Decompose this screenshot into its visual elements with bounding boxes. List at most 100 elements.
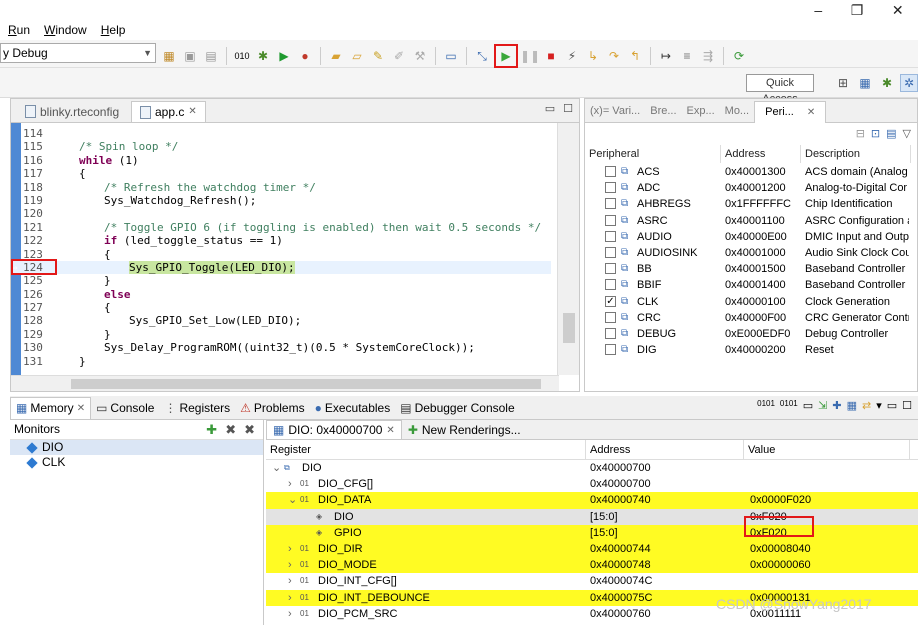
- quick-access-input[interactable]: Quick Access: [746, 74, 814, 105]
- peripheral-row[interactable]: ⧉ AUDIO 0x40000E00 DMIC Input and Outp: [585, 229, 909, 245]
- new-icon[interactable]: ▦: [160, 47, 178, 65]
- peripheral-checkbox[interactable]: [605, 327, 616, 339]
- format-icon[interactable]: 0101: [757, 399, 775, 412]
- tab-executables[interactable]: ● Executables: [310, 397, 396, 419]
- expand-toggle[interactable]: ›: [288, 476, 292, 492]
- disconnect-icon[interactable]: ⚡: [563, 47, 581, 65]
- expand-toggle[interactable]: ›: [288, 557, 292, 573]
- skip-breakpoints-icon[interactable]: ⤡: [473, 47, 491, 65]
- tab-breakpoints[interactable]: Bre...: [645, 105, 681, 117]
- peripheral-row[interactable]: ⧉ DEBUG 0xE000EDF0 Debug Controller: [585, 326, 909, 342]
- layout-icon[interactable]: ▤: [886, 127, 896, 140]
- peripheral-checkbox[interactable]: [605, 214, 616, 226]
- peripheral-checkbox[interactable]: [605, 311, 616, 323]
- menu-run[interactable]: Run: [8, 23, 30, 37]
- peripheral-checkbox[interactable]: [605, 166, 616, 177]
- register-value[interactable]: 0x0000F020: [750, 492, 811, 508]
- close-icon[interactable]: ✕: [802, 107, 820, 118]
- expand-toggle[interactable]: ›: [288, 541, 292, 557]
- annotation-icon[interactable]: ✐: [390, 47, 408, 65]
- open-perspective-icon[interactable]: ⊞: [834, 74, 852, 92]
- register-row[interactable]: › 01 DIO_CFG[] 0x40000700: [266, 476, 918, 492]
- column-header[interactable]: Description: [801, 145, 911, 163]
- minimize-view-button[interactable]: ▭: [545, 102, 555, 115]
- peripheral-checkbox[interactable]: [605, 263, 616, 275]
- register-row[interactable]: › 01 DIO_INT_CFG[] 0x4000074C: [266, 573, 918, 589]
- layout-icon[interactable]: ▦: [847, 399, 857, 412]
- export-icon[interactable]: ⇲: [818, 399, 827, 412]
- collapse-toggle[interactable]: ⌄: [288, 492, 297, 508]
- peripheral-checkbox[interactable]: [605, 344, 616, 356]
- peripheral-row[interactable]: ⧉ AHBREGS 0x1FFFFFFC Chip Identification: [585, 196, 909, 212]
- tab-new-renderings[interactable]: ✚ New Renderings...: [402, 420, 527, 439]
- editor-horizontal-scrollbar[interactable]: [11, 375, 559, 391]
- remove-monitor-icon[interactable]: ✖: [225, 421, 236, 439]
- scroll-thumb[interactable]: [71, 379, 541, 389]
- peripheral-checkbox[interactable]: [605, 279, 616, 291]
- instruction-step-icon[interactable]: ↦: [657, 47, 675, 65]
- peripheral-checkbox[interactable]: [605, 198, 616, 210]
- minimize-button[interactable]: –: [814, 2, 822, 18]
- collapse-icon[interactable]: ⊟: [856, 127, 865, 140]
- register-row[interactable]: › 01 DIO_DIR 0x40000744 0x00008040: [266, 540, 918, 558]
- resume-icon[interactable]: ▶: [494, 44, 518, 68]
- peripheral-row[interactable]: ⧉ ASRC 0x40001100 ASRC Configuration a: [585, 213, 909, 229]
- collapse-toggle[interactable]: ⌄: [272, 460, 281, 476]
- run-icon[interactable]: ▶: [275, 47, 293, 65]
- sync-icon[interactable]: ⇄: [862, 399, 871, 412]
- close-icon[interactable]: ✕: [188, 102, 196, 122]
- monitor-item[interactable]: DIO: [10, 440, 263, 455]
- tab-memory[interactable]: ▦ Memory ✕: [10, 396, 92, 419]
- tab-debugger-console[interactable]: ▤ Debugger Console: [395, 397, 519, 419]
- peripheral-row[interactable]: ⧉ ACS 0x40001300 ACS domain (Analog: [585, 164, 909, 180]
- register-row[interactable]: ◈ DIO [15:0] 0xF020: [266, 508, 918, 525]
- debug-bug-icon[interactable]: ✱: [254, 47, 272, 65]
- restore-button[interactable]: ❐: [851, 2, 864, 19]
- tab-blinky-rteconfig[interactable]: blinky.rteconfig: [17, 101, 127, 122]
- menu-help[interactable]: Help: [101, 23, 126, 37]
- register-row[interactable]: › 01 DIO_MODE 0x40000748 0x00000060: [266, 557, 918, 574]
- console-icon[interactable]: ▭: [442, 47, 460, 65]
- tab-dio-rendering[interactable]: ▦ DIO: 0x40000700 ✕: [266, 420, 402, 439]
- remove-all-monitors-icon[interactable]: ✖: [244, 421, 255, 439]
- select-icon[interactable]: ⊡: [871, 127, 880, 140]
- peripheral-row[interactable]: ⧉ BBIF 0x40001400 Baseband Controller I: [585, 277, 909, 293]
- peripheral-row[interactable]: ⧉ ADC 0x40001200 Analog-to-Digital Cor: [585, 180, 909, 196]
- tab-console[interactable]: ▭ Console: [91, 397, 159, 419]
- minimize-view-button[interactable]: ▭: [887, 399, 897, 412]
- suspend-icon[interactable]: ❚❚: [520, 47, 540, 65]
- pen-icon[interactable]: ✎: [369, 47, 387, 65]
- format-icon[interactable]: 0101: [780, 399, 798, 412]
- scroll-thumb[interactable]: [563, 313, 575, 343]
- terminate-icon[interactable]: ■: [542, 47, 560, 65]
- tools-perspective-icon[interactable]: ✲: [900, 74, 918, 92]
- peripheral-checkbox[interactable]: [605, 230, 616, 242]
- tools-icon[interactable]: ⚒: [411, 47, 429, 65]
- register-row[interactable]: ⌄ ⧉ DIO 0x40000700: [266, 460, 918, 476]
- column-header[interactable]: Address: [586, 440, 744, 460]
- save-icon[interactable]: ▣: [181, 47, 199, 65]
- open-folder-icon[interactable]: ▰: [327, 47, 345, 65]
- refresh-icon[interactable]: ⟳: [730, 47, 748, 65]
- save-all-icon[interactable]: ▤: [202, 47, 220, 65]
- column-header[interactable]: Value: [744, 440, 910, 460]
- monitor-item[interactable]: CLK: [10, 455, 263, 470]
- peripheral-checkbox[interactable]: [605, 246, 616, 258]
- tab-variables[interactable]: (x)= Vari...: [585, 105, 645, 117]
- peripheral-checkbox[interactable]: [605, 182, 616, 194]
- close-icon[interactable]: ✕: [386, 425, 394, 436]
- step-into-icon[interactable]: ↳: [584, 47, 602, 65]
- register-value[interactable]: 0x00000060: [750, 557, 811, 573]
- add-monitor-icon[interactable]: ✚: [206, 421, 217, 439]
- peripheral-row[interactable]: ✓ ⧉ CLK 0x40000100 Clock Generation: [585, 294, 909, 310]
- column-header[interactable]: Peripheral: [585, 145, 721, 163]
- tab-expressions[interactable]: Exp...: [682, 105, 720, 117]
- menu-window[interactable]: Window: [44, 23, 87, 37]
- maximize-view-button[interactable]: ☐: [563, 102, 573, 115]
- open-file-icon[interactable]: ▱: [348, 47, 366, 65]
- view-menu-icon[interactable]: ▽: [903, 127, 911, 140]
- column-header[interactable]: Register: [266, 440, 586, 460]
- peripheral-row[interactable]: ⧉ BB 0x40001500 Baseband Controller: [585, 261, 909, 277]
- peripheral-row[interactable]: ⧉ AUDIOSINK 0x40001000 Audio Sink Clock Cou: [585, 245, 909, 261]
- register-row[interactable]: ⌄ 01 DIO_DATA 0x40000740 0x0000F020: [266, 492, 918, 509]
